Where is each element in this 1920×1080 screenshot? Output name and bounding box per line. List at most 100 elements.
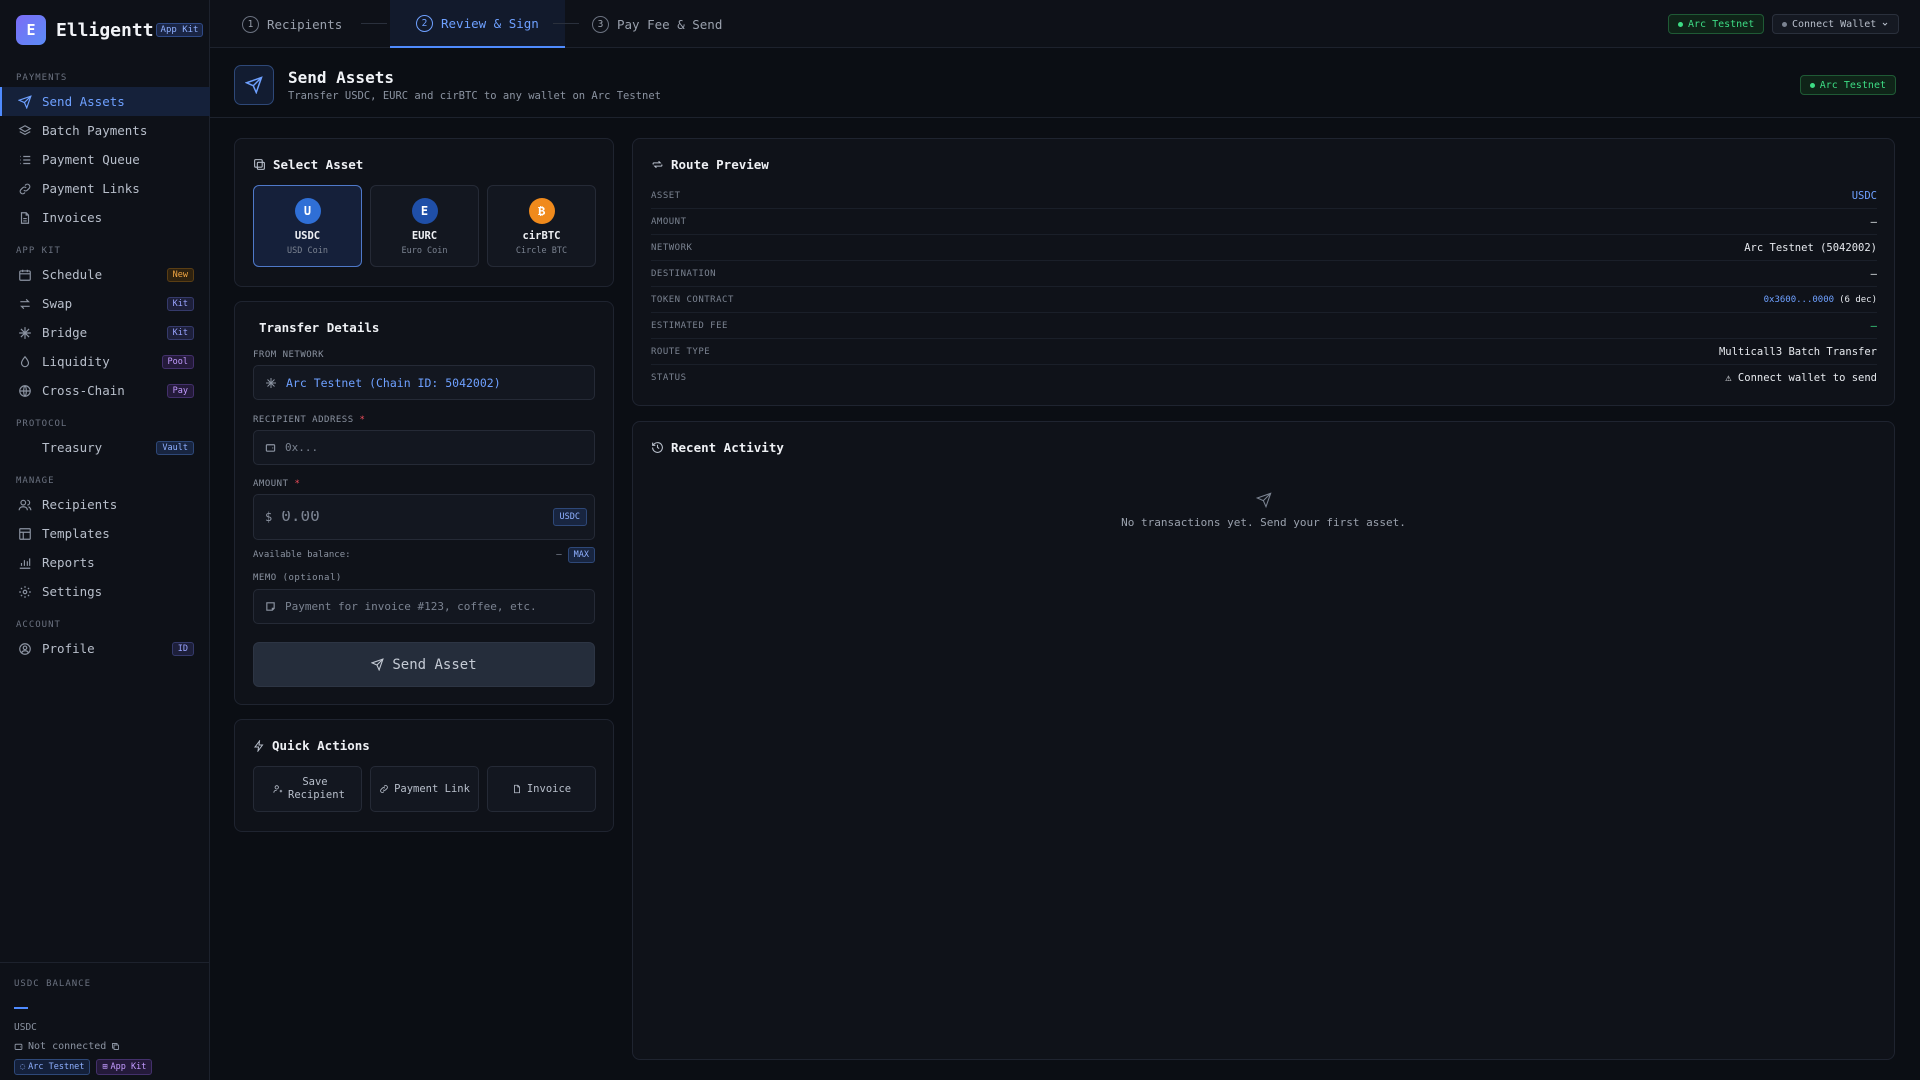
empty-state-text: No transactions yet. Send your first ass…: [1121, 516, 1406, 529]
route-row-status: STATUS ⚠ Connect wallet to send: [651, 365, 1877, 391]
from-network-value: Arc Testnet (Chain ID: 5042002): [286, 375, 501, 390]
route-key: ROUTE TYPE: [651, 346, 711, 357]
sidebar-item-label: Settings: [42, 584, 103, 599]
gear-icon: [16, 583, 34, 601]
users-icon: [16, 496, 34, 514]
amount-input[interactable]: [281, 510, 544, 524]
asset-card-usdc[interactable]: U USDC USD Coin: [253, 185, 362, 267]
memo-label: MEMO (optional): [253, 573, 342, 583]
route-key: ESTIMATED FEE: [651, 320, 728, 331]
sidebar-item-label: Payment Queue: [42, 152, 140, 167]
asset-name: USD Coin: [287, 246, 328, 256]
network-badge: Arc Testnet: [1799, 75, 1896, 95]
payment-link-button[interactable]: Payment Link: [370, 766, 479, 812]
send-icon: [16, 93, 34, 111]
sidebar-item-cross-chain[interactable]: Cross-Chain Pay: [0, 376, 210, 405]
sidebar-item-reports[interactable]: Reports: [0, 548, 210, 577]
status-dot: [1678, 21, 1683, 27]
sidebar-item-recipients[interactable]: Recipients: [0, 490, 210, 519]
connect-wallet-button[interactable]: Connect Wallet: [1772, 14, 1900, 34]
brand-name: Elligentt: [56, 19, 154, 41]
globe-icon: [16, 382, 34, 400]
user-plus-icon: [273, 784, 283, 794]
wallet-icon: [265, 442, 276, 453]
sidebar-item-payment-links[interactable]: Payment Links: [0, 174, 210, 203]
recipient-address-input[interactable]: [285, 441, 594, 454]
token-decimals: (6 dec): [1839, 294, 1877, 305]
asset-symbol: EURC: [411, 230, 438, 242]
page-subtitle: Transfer USDC, EURC and cirBTC to any wa…: [288, 90, 661, 102]
amount-field[interactable]: $ USDC: [253, 494, 595, 540]
asset-name: Euro Coin: [401, 246, 448, 256]
network-label: Arc Testnet: [1688, 18, 1755, 30]
sidebar-item-label: Batch Payments: [42, 123, 148, 138]
panel-title-text: Recent Activity: [671, 440, 784, 455]
sidebar-item-label: Profile: [42, 641, 95, 656]
network-indicator[interactable]: Arc Testnet: [1668, 14, 1765, 34]
sidebar-item-label: Payment Links: [42, 181, 140, 196]
step-pay-fee-send[interactable]: 3 Pay Fee & Send: [592, 0, 722, 48]
sidebar-item-label: Swap: [42, 296, 73, 311]
asset-card-cirbtc[interactable]: ₿ cirBTC Circle BTC: [487, 185, 596, 267]
sidebar-item-profile[interactable]: Profile ID: [0, 634, 210, 663]
sidebar-item-label: Cross-Chain: [42, 383, 125, 398]
brand[interactable]: E Elligentt App Kit: [16, 15, 204, 45]
memo-input[interactable]: [285, 600, 594, 613]
sidebar-item-schedule[interactable]: Schedule New: [0, 260, 210, 289]
sidebar-item-batch-payments[interactable]: Batch Payments: [0, 116, 210, 145]
network-badge-label: Arc Testnet: [1819, 79, 1886, 91]
sidebar-item-send-assets[interactable]: Send Assets: [0, 87, 210, 116]
save-recipient-button[interactable]: Save Recipient: [253, 766, 362, 812]
send-asset-button[interactable]: Send Asset: [253, 642, 595, 687]
sidebar-item-bridge[interactable]: Bridge Kit: [0, 318, 210, 347]
template-icon: [16, 525, 34, 543]
max-button[interactable]: MAX: [567, 547, 595, 563]
route-value: USDC: [1851, 189, 1877, 202]
recipient-address-field[interactable]: [253, 430, 595, 465]
route-value: —: [1870, 267, 1877, 280]
section-label: MANAGE: [16, 476, 55, 486]
panel-title: Route Preview: [651, 157, 769, 172]
chevron-down-icon: [1881, 20, 1889, 28]
route-row-destination: DESTINATION —: [651, 261, 1877, 287]
copy-icon[interactable]: [111, 1042, 120, 1051]
route-preview-panel: Route Preview ASSET USDC AMOUNT — NETWOR…: [632, 138, 1895, 406]
asset-card-eurc[interactable]: E EURC Euro Coin: [370, 185, 479, 267]
sidebar-item-swap[interactable]: Swap Kit: [0, 289, 210, 318]
usdc-icon: U: [294, 198, 321, 224]
asset-name: Circle BTC: [515, 246, 568, 256]
available-balance-value: —: [556, 550, 562, 560]
status-dot: [1782, 21, 1787, 27]
sidebar-item-treasury[interactable]: Treasury Vault: [0, 433, 210, 462]
route-value: Arc Testnet (5042002): [1744, 241, 1877, 254]
route-row-estimated-fee: ESTIMATED FEE —: [651, 313, 1877, 339]
invoice-button[interactable]: Invoice: [487, 766, 596, 812]
memo-field[interactable]: [253, 589, 595, 624]
sidebar-item-liquidity[interactable]: Liquidity Pool: [0, 347, 210, 376]
step-label: Recipients: [267, 16, 343, 32]
select-asset-panel: Select Asset U USDC USD Coin E EURC Euro…: [234, 138, 614, 287]
section-label: PROTOCOL: [16, 419, 68, 429]
step-recipients[interactable]: 1 Recipients: [242, 0, 342, 48]
sidebar-item-settings[interactable]: Settings: [0, 577, 210, 606]
layers-icon: [16, 122, 34, 140]
step-review-sign[interactable]: 2 Review & Sign: [390, 0, 565, 48]
route-row-amount: AMOUNT —: [651, 209, 1877, 235]
route-value: —: [1870, 215, 1877, 228]
amount-label: AMOUNT *: [253, 479, 300, 489]
swap-icon: [16, 295, 34, 313]
vault-icon: [16, 439, 34, 457]
panel-title-text: Route Preview: [671, 157, 769, 172]
sidebar-item-payment-queue[interactable]: Payment Queue: [0, 145, 210, 174]
sidebar-item-templates[interactable]: Templates: [0, 519, 210, 548]
required-mark: *: [359, 415, 366, 425]
panel-title-text: Select Asset: [273, 157, 364, 172]
from-network-select[interactable]: Arc Testnet (Chain ID: 5042002): [253, 365, 595, 400]
step-number: 1: [242, 15, 259, 33]
available-balance-label: Available balance:: [253, 550, 351, 560]
panel-title: Transfer Details: [259, 320, 380, 335]
balance-unit: USDC: [14, 1022, 37, 1033]
sidebar-item-invoices[interactable]: Invoices: [0, 203, 210, 232]
token-contract-link[interactable]: 0x3600...0000: [1764, 295, 1834, 305]
required-mark: *: [294, 479, 301, 489]
